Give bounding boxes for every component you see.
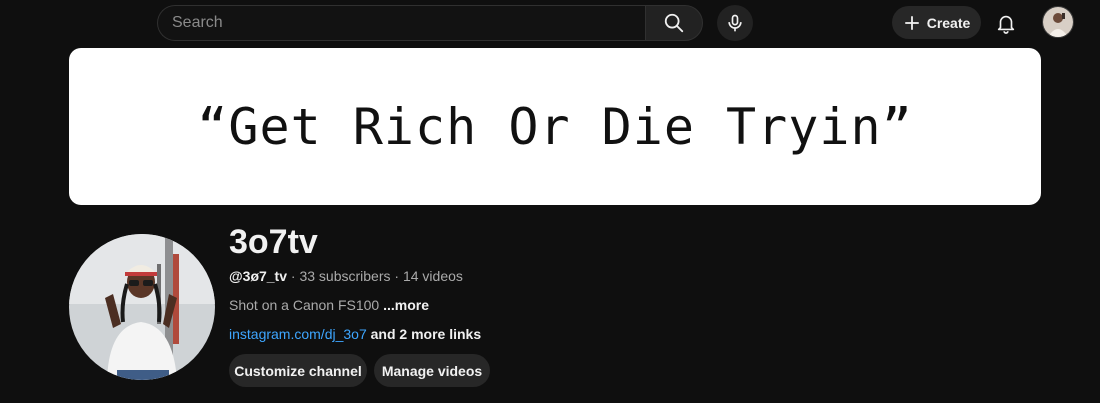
- bell-icon: [997, 15, 1015, 34]
- channel-name: 3o7tv: [229, 223, 318, 261]
- manage-videos-button[interactable]: Manage videos: [374, 354, 490, 387]
- channel-description[interactable]: Shot on a Canon FS100 ...more: [229, 296, 429, 314]
- instagram-link[interactable]: instagram.com/dj_3o7: [229, 326, 367, 342]
- channel-avatar[interactable]: [69, 234, 215, 380]
- channel-handle: @3ø7_tv: [229, 268, 288, 284]
- channel-meta: @3ø7_tv · 33 subscribers · 14 videos: [229, 267, 463, 285]
- microphone-icon: [728, 14, 742, 32]
- banner-text: “Get Rich Or Die Tryin”: [197, 97, 913, 156]
- search-button[interactable]: [645, 5, 703, 41]
- notifications-button[interactable]: [988, 5, 1024, 41]
- meta-separator: ·: [287, 268, 300, 284]
- description-more-link[interactable]: ...more: [379, 297, 429, 313]
- channel-photo: [69, 234, 215, 380]
- subscriber-count: 33 subscribers: [299, 268, 391, 284]
- channel-banner: “Get Rich Or Die Tryin”: [69, 48, 1041, 205]
- customize-channel-button[interactable]: Customize channel: [229, 354, 367, 387]
- search-bar: [157, 5, 703, 41]
- channel-links: instagram.com/dj_3o7 and 2 more links: [229, 325, 481, 343]
- user-photo: [1043, 7, 1073, 37]
- create-button[interactable]: Create: [892, 6, 981, 39]
- meta-separator: ·: [390, 268, 403, 284]
- video-count: 14 videos: [402, 268, 463, 284]
- create-label: Create: [926, 14, 971, 31]
- more-links-link[interactable]: and 2 more links: [367, 326, 482, 342]
- plus-icon: [904, 15, 919, 30]
- description-text: Shot on a Canon FS100: [229, 297, 380, 313]
- account-avatar[interactable]: [1042, 6, 1074, 38]
- search-input[interactable]: [157, 5, 645, 41]
- search-icon: [664, 13, 684, 33]
- voice-search-button[interactable]: [717, 5, 753, 41]
